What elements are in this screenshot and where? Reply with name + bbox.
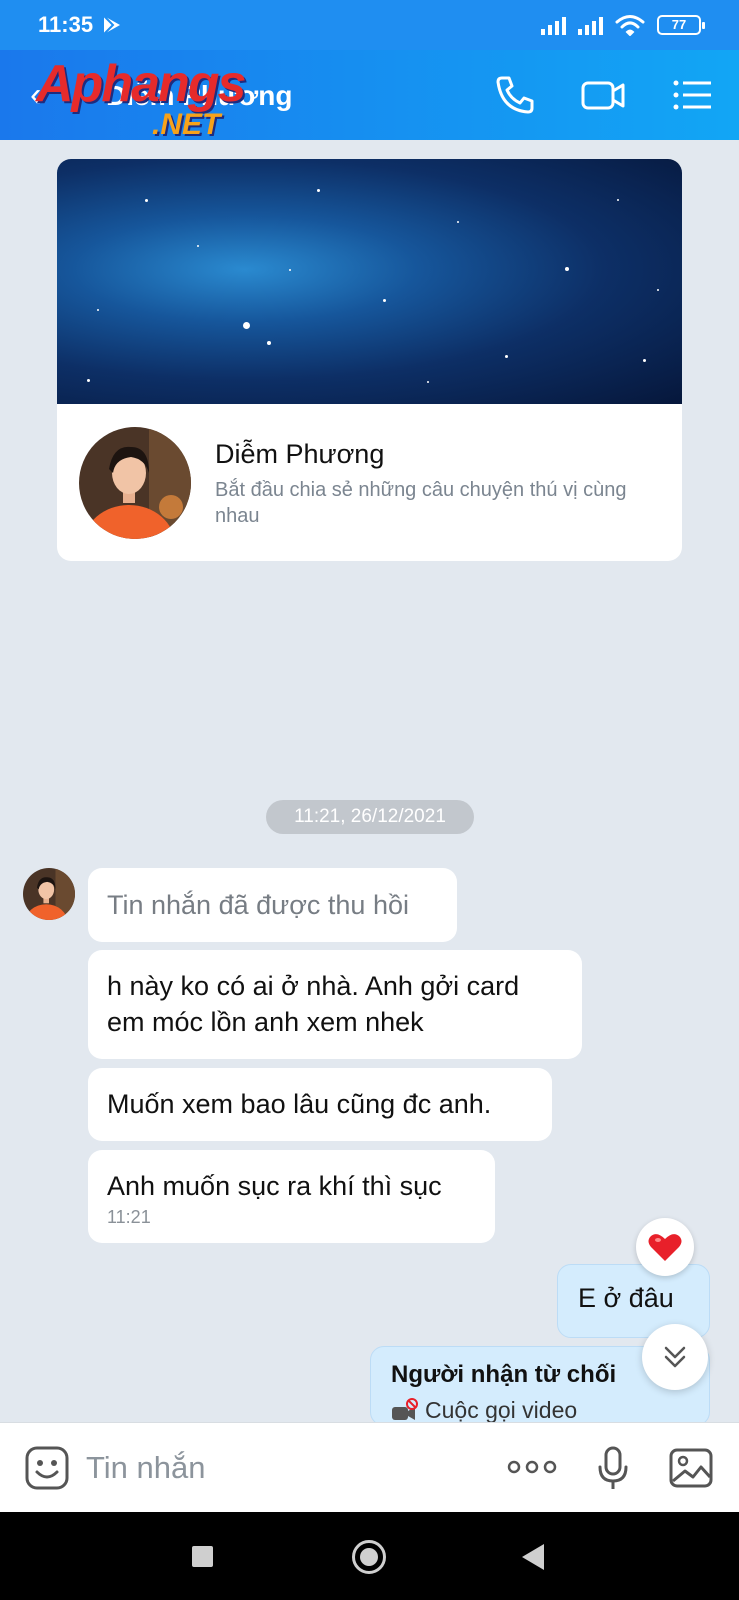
wifi-icon [615,15,645,36]
signal-icon [541,15,566,35]
message-timestamp: 11:21, 26/12/2021 [266,800,474,834]
phone-icon[interactable] [492,72,538,118]
profile-name: Diễm Phương [215,439,385,469]
profile-description: Bắt đầu chia sẻ những câu chuyện thú vị … [215,479,627,527]
system-navigation-bar [0,1512,739,1600]
message-text: E ở đâu [578,1283,674,1313]
incoming-message-bubble[interactable]: Muốn xem bao lâu cũng đc anh. [88,1068,552,1141]
message-text: h này ko có ai ở nhà. Anh gởi card em mó… [107,971,520,1037]
recent-apps-icon[interactable] [192,1546,213,1567]
profile-card[interactable]: Diễm Phương Bắt đầu chia sẻ những câu ch… [57,159,682,561]
message-text: Muốn xem bao lâu cũng đc anh. [107,1089,492,1119]
watermark-text: Aphangs [36,55,246,113]
call-type-label: Cuộc gọi video [425,1397,578,1423]
chat-header: ‹ Diễm Phương Aphangs .NET [0,50,739,141]
list-menu-icon[interactable] [670,72,716,118]
message-input-bar [0,1422,739,1512]
message-text: Anh muốn sục ra khí thì sục [107,1171,442,1201]
signal-icon [578,15,603,35]
recalled-message-bubble[interactable]: Tin nhắn đã được thu hồi [88,868,457,942]
cover-image [57,159,682,404]
status-bar: 11:35 77 [0,0,739,50]
back-icon[interactable] [522,1544,544,1570]
play-store-icon [103,15,121,35]
heart-reaction-icon[interactable] [636,1218,694,1276]
sender-avatar[interactable] [23,868,75,920]
status-time: 11:35 [38,12,94,37]
watermark-domain: .NET [152,108,221,141]
profile-avatar[interactable] [79,427,191,539]
declined-video-call-icon [392,1397,418,1420]
watermark-logo: Aphangs .NET [36,55,246,141]
incoming-message-bubble[interactable]: Anh muốn sục ra khí thì sục 11:21 [88,1150,495,1243]
message-text: Tin nhắn đã được thu hồi [107,890,409,920]
incoming-message-bubble[interactable]: h này ko có ai ở nhà. Anh gởi card em mó… [88,950,582,1059]
scroll-to-bottom-button[interactable] [642,1324,708,1390]
double-chevron-down-icon [664,1346,686,1368]
more-dots-icon[interactable] [507,1457,557,1477]
microphone-icon[interactable] [596,1445,630,1491]
video-camera-icon[interactable] [580,72,626,118]
message-time: 11:21 [107,1207,151,1227]
image-icon[interactable] [668,1447,714,1489]
battery-icon: 77 [657,15,705,35]
sticker-emoji-icon[interactable] [24,1445,70,1491]
home-icon[interactable] [352,1540,386,1574]
message-input[interactable] [86,1447,466,1489]
